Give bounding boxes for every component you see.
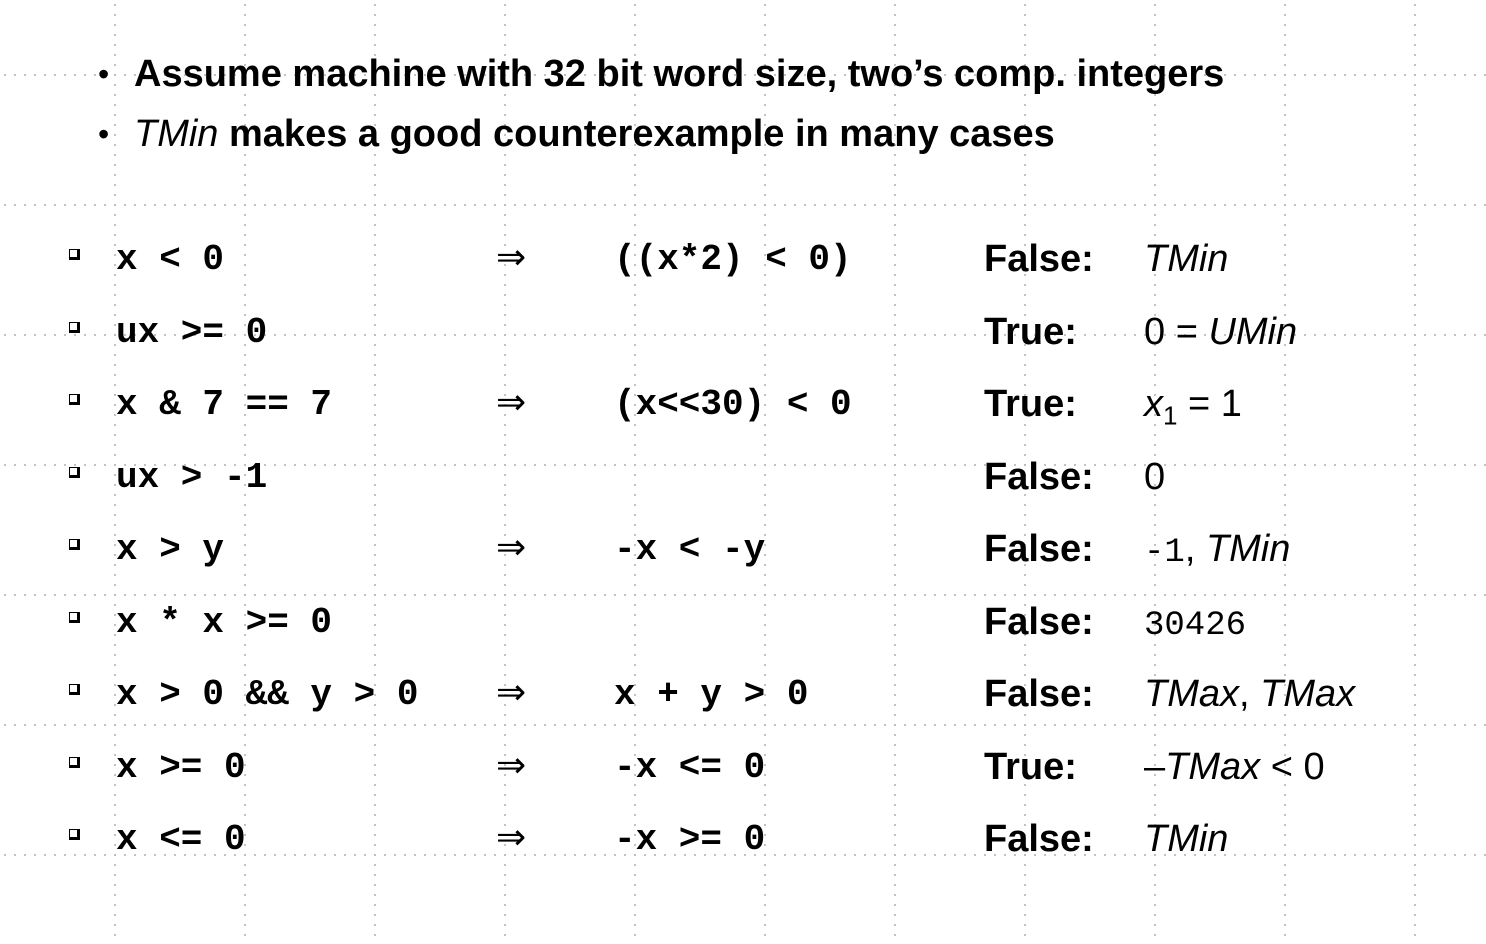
implies-arrow-icon: ⇒: [496, 672, 527, 713]
implies-arrow-icon: ⇒: [496, 527, 527, 568]
example-segment: -1: [1144, 534, 1185, 572]
checkbox-bullet-icon: [69, 756, 80, 768]
example-segment: 0 =: [1144, 310, 1209, 353]
example-segment: TMax: [1165, 745, 1261, 788]
premise-expression: x > 0 && y > 0: [116, 674, 419, 715]
verdict-label: False:: [984, 238, 1094, 280]
example-segment: TMax: [1260, 673, 1356, 715]
example-segment: UMin: [1208, 310, 1298, 353]
example-value: 0 = UMin: [1144, 309, 1297, 355]
implies-arrow-icon: ⇒: [496, 237, 527, 278]
premise-expression: x & 7 == 7: [116, 384, 333, 425]
premise-expression: x <= 0: [116, 819, 246, 860]
verdict-label: True:: [984, 310, 1077, 353]
conclusion-expression: -x >= 0: [614, 819, 766, 860]
bullet-icon: •: [98, 116, 110, 152]
puzzle-row: ux >= 0 True: 0 = UMin: [0, 295, 1486, 368]
example-segment: 1: [1163, 400, 1178, 431]
checkbox-bullet-icon: [69, 611, 80, 623]
example-segment: < 0: [1260, 745, 1325, 788]
example-value: 30426: [1144, 599, 1246, 649]
example-value: -1, TMin: [1144, 526, 1290, 576]
implies-arrow-icon: ⇒: [496, 817, 527, 858]
puzzle-rows: x < 0 ⇒ ((x*2) < 0) False: TMin ux >= 0 True: 0…: [0, 222, 1486, 875]
example-value: –TMax < 0: [1144, 744, 1325, 790]
puzzle-row: x * x >= 0 False: 30426: [0, 585, 1486, 658]
example-value: TMax, TMax: [1144, 671, 1355, 717]
conclusion-expression: -x < -y: [614, 529, 766, 570]
conclusion-expression: x + y > 0: [614, 674, 809, 715]
verdict-label: True:: [984, 383, 1077, 425]
verdict-label: True:: [984, 745, 1077, 788]
example-segment: 30426: [1144, 606, 1247, 645]
premise-expression: x > y: [116, 529, 225, 570]
checkbox-bullet-icon: [69, 394, 80, 405]
bullet-term: TMin: [134, 113, 219, 155]
puzzle-row: x > 0 && y > 0 ⇒ x + y > 0 False: TMax, TMax: [0, 657, 1486, 730]
slide: • Assume machine with 32 bit word size, …: [0, 0, 1486, 944]
conclusion-expression: (x<<30) < 0: [614, 384, 852, 425]
bullet-text: Assume machine with 32 bit word size, tw…: [134, 53, 1225, 95]
verdict-label: False:: [984, 528, 1094, 570]
implies-arrow-icon: ⇒: [496, 382, 527, 423]
checkbox-bullet-icon: [69, 829, 80, 840]
verdict-label: False:: [984, 600, 1094, 643]
bullet-icon: •: [98, 56, 110, 92]
verdict-label: False:: [984, 455, 1094, 498]
implies-arrow-icon: ⇒: [496, 744, 527, 786]
puzzle-row: x > y ⇒ -x < -y False: -1, TMin: [0, 512, 1486, 585]
checkbox-bullet-icon: [69, 249, 80, 260]
example-value: 0: [1144, 454, 1165, 500]
example-segment: ,: [1184, 528, 1206, 570]
checkbox-bullet-icon: [69, 539, 80, 550]
example-segment: 0: [1144, 455, 1166, 498]
example-value: TMin: [1144, 236, 1228, 282]
example-value: x1 = 1: [1144, 381, 1242, 439]
example-value: TMin: [1144, 816, 1228, 862]
example-segment: TMin: [1144, 818, 1229, 860]
example-segment: x: [1144, 383, 1163, 425]
puzzle-row: x & 7 == 7 ⇒ (x<<30) < 0 True: x1 = 1: [0, 367, 1486, 440]
premise-expression: x >= 0: [116, 746, 246, 788]
puzzle-row: x < 0 ⇒ ((x*2) < 0) False: TMin: [0, 222, 1486, 295]
example-segment: TMax: [1144, 673, 1239, 715]
premise-expression: ux >= 0: [116, 311, 268, 353]
example-segment: ,: [1239, 673, 1261, 715]
bullet-list: • Assume machine with 32 bit word size, …: [98, 44, 1224, 164]
checkbox-bullet-icon: [69, 684, 80, 695]
conclusion-expression: ((x*2) < 0): [614, 239, 852, 280]
premise-expression: ux > -1: [116, 456, 268, 498]
puzzle-row: x <= 0 ⇒ -x >= 0 False: TMin: [0, 802, 1486, 875]
example-segment: –: [1144, 745, 1166, 788]
premise-expression: x * x >= 0: [116, 601, 333, 643]
bullet-item-assumption: • Assume machine with 32 bit word size, …: [98, 44, 1224, 104]
verdict-label: False:: [984, 673, 1094, 715]
checkbox-bullet-icon: [69, 321, 80, 333]
verdict-label: False:: [984, 818, 1094, 860]
example-segment: = 1: [1177, 383, 1242, 425]
conclusion-expression: -x <= 0: [614, 746, 766, 788]
puzzle-row: ux > -1 False: 0: [0, 440, 1486, 513]
example-segment: TMin: [1144, 238, 1229, 280]
bullet-item-counterexample: • TMin makes a good counterexample in ma…: [98, 104, 1224, 164]
puzzle-row: x >= 0 ⇒ -x <= 0 True: –TMax < 0: [0, 730, 1486, 803]
checkbox-bullet-icon: [69, 466, 80, 478]
example-segment: TMin: [1205, 528, 1291, 570]
premise-expression: x < 0: [116, 239, 225, 280]
bullet-text: makes a good counterexample in many case…: [218, 113, 1055, 155]
